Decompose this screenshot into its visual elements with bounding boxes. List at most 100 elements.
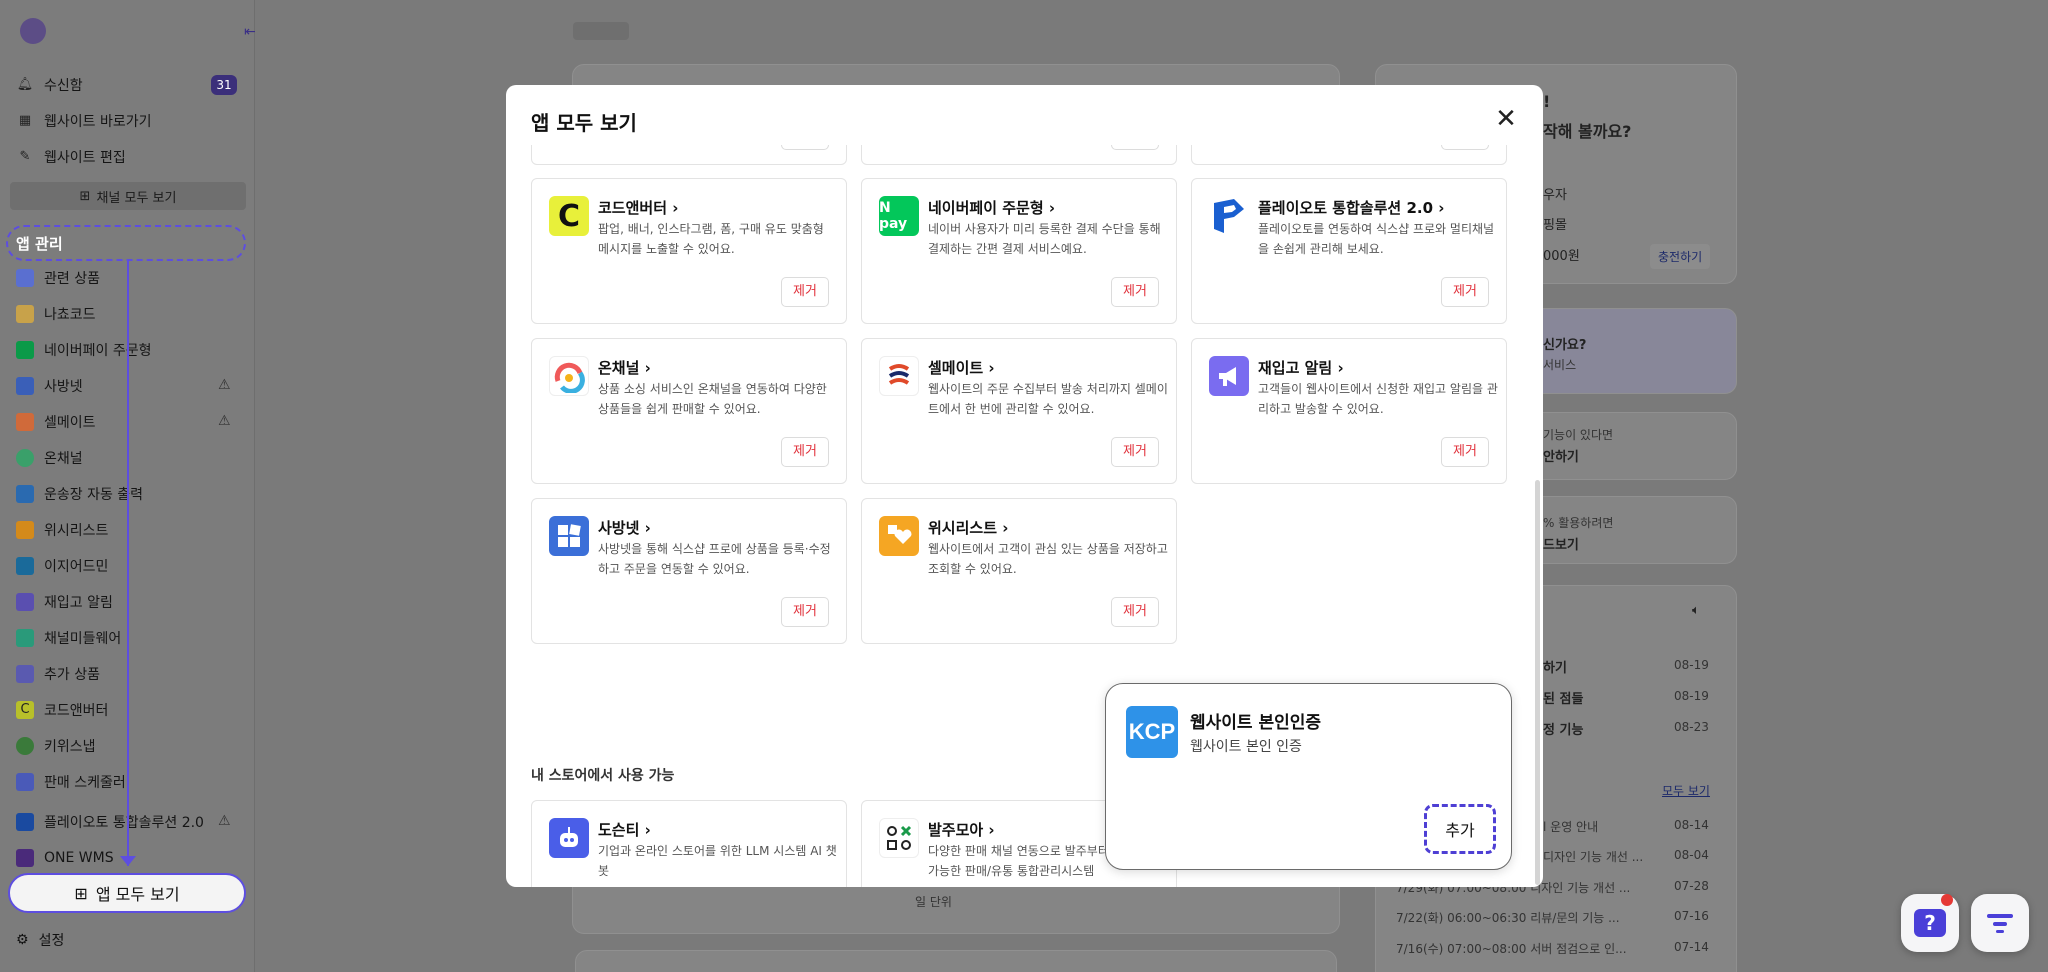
- sidebar-app-item[interactable]: 나쵸코드: [16, 299, 96, 329]
- app-description: 상품 소싱 서비스인 온채널을 연동하여 다양한 상품들을 쉽게 판매할 수 있…: [598, 382, 827, 416]
- sidebar-app-item[interactable]: 관련 상품: [16, 263, 100, 293]
- app-card-sabangnet[interactable]: 사방넷 사방넷을 통해 식스샵 프로에 상품을 등록·수정하고 주문을 연동할 …: [531, 498, 847, 644]
- notice-title[interactable]: l 운영 안내: [1543, 818, 1598, 835]
- view-all-apps-button[interactable]: ⊞ 앱 모두 보기: [8, 873, 246, 913]
- app-name[interactable]: 온채널: [598, 357, 651, 378]
- notice-title[interactable]: 7/22(화) 06:00~06:30 리뷰/문의 기능 ...: [1396, 909, 1620, 926]
- app-name[interactable]: 코드앤버터: [598, 197, 678, 218]
- charge-button[interactable]: 충전하기: [1650, 244, 1711, 269]
- welcome-headline-1: !: [1543, 92, 1551, 111]
- app-card-naverpay[interactable]: N pay 네이버페이 주문형 네이버 사용자가 미리 등록한 결제 수단을 통…: [861, 178, 1177, 324]
- baljumoa-icon: [879, 818, 919, 858]
- app-card-onchannel[interactable]: 온채널 상품 소싱 서비스인 온채널을 연동하여 다양한 상품들을 쉽게 판매할…: [531, 338, 847, 484]
- inbox-count-badge: 31: [211, 75, 237, 95]
- remove-button[interactable]: 제거: [781, 597, 829, 627]
- app-name[interactable]: 플레이오토 통합솔루션 2.0: [1258, 197, 1444, 218]
- sidebar-app-item[interactable]: ONE WMS: [16, 843, 114, 873]
- more-link[interactable]: 모두 보기: [1662, 782, 1710, 799]
- app-card-docenty[interactable]: 도슨티 기업과 온라인 스토어를 위한 LLM 시스템 AI 챗봇 추가: [531, 800, 847, 887]
- app-card-sellmate[interactable]: 셀메이트 웹사이트의 주문 수집부터 발송 처리까지 셀메이트에서 한 번에 관…: [861, 338, 1177, 484]
- modal-scrollbar[interactable]: [1535, 480, 1540, 885]
- menu-button[interactable]: [1971, 894, 2029, 952]
- news-title: 하기: [1543, 661, 1567, 676]
- app-card-codenbutter[interactable]: C 코드앤버터 팝업, 배너, 인스타그램, 폼, 구매 유도 맞춤형 메시지를…: [531, 178, 847, 324]
- channel-middleware-icon: [16, 629, 34, 647]
- ezadmin-icon: [16, 557, 34, 575]
- app-card-restock[interactable]: 재입고 알림 고객들이 웹사이트에서 신청한 재입고 알림을 관리하고 발송할 …: [1191, 338, 1507, 484]
- brand-logo[interactable]: [20, 18, 46, 44]
- remove-button[interactable]: 제거: [781, 437, 829, 467]
- sidebar-app-item[interactable]: 추가 상품: [16, 659, 100, 689]
- remove-button[interactable]: 제거: [1441, 277, 1489, 307]
- sidebar-app-item[interactable]: 위시리스트: [16, 515, 108, 545]
- sidebar-app-item[interactable]: 판매 스케줄러: [16, 767, 126, 797]
- app-name[interactable]: 셀메이트: [928, 357, 995, 378]
- app-name[interactable]: 도슨티: [598, 819, 651, 840]
- sidebar-app-item[interactable]: 셀메이트: [16, 407, 96, 437]
- sidebar-app-item[interactable]: C 코드앤버터: [16, 695, 108, 725]
- help-chat-button[interactable]: ?: [1901, 894, 1959, 952]
- remove-button[interactable]: 제거: [1111, 437, 1159, 467]
- wishlist-icon: [16, 521, 34, 539]
- suggest-subtitle: 기능이 있다면: [1543, 428, 1614, 442]
- sidebar-app-item[interactable]: 온채널: [16, 443, 83, 473]
- kcp-logo: KCP: [1126, 706, 1178, 758]
- sidebar-item-inbox[interactable]: 🔔︎ 수신함: [16, 70, 83, 100]
- naverpay-icon: [16, 341, 34, 359]
- remove-button[interactable]: 제거: [1441, 145, 1489, 150]
- warning-icon: ⚠: [218, 813, 231, 829]
- playauto-icon: [1209, 196, 1249, 236]
- onchannel-icon: [16, 449, 34, 467]
- sidebar-item-goto-site[interactable]: ▦ 웹사이트 바로가기: [16, 106, 152, 136]
- guide-subtitle: % 활용하려면: [1543, 516, 1614, 530]
- sidebar-item-label: 웹사이트 바로가기: [44, 114, 152, 130]
- one-wms-icon: [16, 849, 34, 867]
- sidebar-app-item[interactable]: 플레이오토 통합솔루션 2.0: [16, 807, 204, 837]
- app-name[interactable]: 발주모아: [928, 819, 995, 840]
- app-name[interactable]: 네이버페이 주문형: [928, 197, 1055, 218]
- app-card-playauto[interactable]: 플레이오토 통합솔루션 2.0 플레이오토를 연동하여 식스샵 프로와 멀티채널…: [1191, 178, 1507, 324]
- guide-title: 드보기: [1543, 538, 1579, 553]
- guide-arrow-line: [127, 261, 129, 866]
- remove-button[interactable]: 제거: [1441, 437, 1489, 467]
- sidebar-app-item[interactable]: 키위스냅: [16, 731, 96, 761]
- news-date: 08-19: [1674, 658, 1709, 672]
- remove-button[interactable]: 제거: [1111, 277, 1159, 307]
- sidebar-item-label: 코드앤버터: [44, 703, 109, 719]
- view-all-channels-button[interactable]: ⊞ 채널 모두 보기: [10, 182, 246, 210]
- sidebar-app-item[interactable]: 채널미들웨어: [16, 623, 121, 653]
- app-name[interactable]: 재입고 알림: [1258, 357, 1344, 378]
- remove-button[interactable]: 제거: [1111, 145, 1159, 150]
- news-date: 08-23: [1674, 720, 1709, 734]
- remove-button[interactable]: 제거: [781, 277, 829, 307]
- sidebar-app-item[interactable]: 이지어드민: [16, 551, 108, 581]
- info-row: 우자: [1543, 188, 1567, 203]
- dashboard-lower-card: [575, 950, 1337, 972]
- remove-button[interactable]: 제거: [1111, 597, 1159, 627]
- sidebar-app-item[interactable]: 사방넷: [16, 371, 83, 401]
- codenbutter-icon: C: [549, 196, 589, 236]
- app-name[interactable]: 사방넷: [598, 517, 651, 538]
- sidebar-item-edit-site[interactable]: ✎ 웹사이트 편집: [16, 142, 126, 172]
- sidebar-app-item[interactable]: 운송장 자동 출력: [16, 479, 143, 509]
- sidebar-app-item[interactable]: 네이버페이 주문형: [16, 335, 152, 365]
- app-description: 사방넷을 통해 식스샵 프로에 상품을 등록·수정하고 주문을 연동할 수 있어…: [598, 542, 831, 576]
- kcp-auth-popup: KCP 웹사이트 본인인증 웹사이트 본인 인증 추가: [1105, 683, 1512, 870]
- notice-title[interactable]: 7/16(수) 07:00~08:00 서버 점검으로 인...: [1396, 940, 1627, 957]
- sidebar-item-label: 웹사이트 편집: [44, 150, 126, 166]
- close-icon[interactable]: ✕: [1492, 105, 1520, 133]
- sidebar-item-settings[interactable]: ⚙ 설정: [16, 930, 64, 950]
- guide-arrow-head: [120, 856, 136, 866]
- notice-date: 07-28: [1674, 879, 1709, 893]
- sidebar-app-item[interactable]: 재입고 알림: [16, 587, 113, 617]
- notice-date: 07-14: [1674, 940, 1709, 954]
- remove-button[interactable]: 제거: [781, 145, 829, 150]
- suggest-title: 안하기: [1543, 450, 1579, 465]
- app-card-wishlist[interactable]: 위시리스트 웹사이트에서 고객이 관심 있는 상품을 저장하고 조회할 수 있어…: [861, 498, 1177, 644]
- notice-title[interactable]: 디자인 기능 개선 ...: [1543, 848, 1643, 865]
- sidebar-section-app-manage[interactable]: 앱 관리: [6, 225, 246, 261]
- available-section-title: 내 스토어에서 사용 가능: [531, 768, 675, 784]
- app-name[interactable]: 위시리스트: [928, 517, 1008, 538]
- kcp-add-button[interactable]: 추가: [1424, 804, 1496, 854]
- collapse-sidebar-icon[interactable]: ⇤: [244, 24, 256, 40]
